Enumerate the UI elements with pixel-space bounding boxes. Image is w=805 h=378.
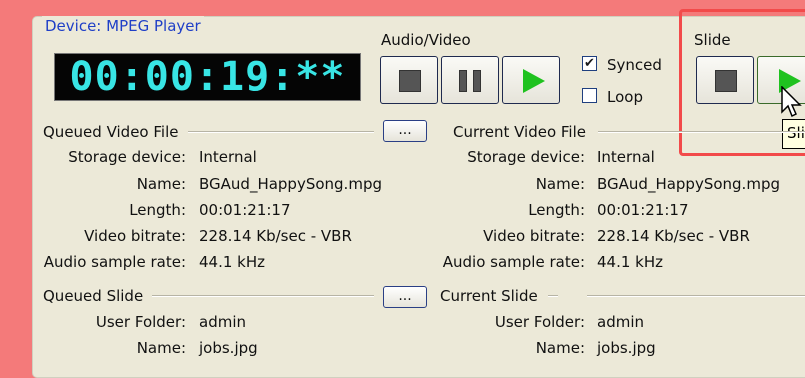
current-video-value: BGAud_HappySong.mpg bbox=[597, 175, 780, 193]
queued-slide-label: Name: bbox=[136, 339, 186, 357]
queued-video-value: 00:01:21:17 bbox=[199, 201, 291, 219]
queued-slide-label: User Folder: bbox=[95, 313, 186, 331]
pause-icon-bar bbox=[473, 70, 481, 92]
queued-video-label: Storage device: bbox=[68, 148, 186, 166]
av-play-button[interactable] bbox=[502, 56, 560, 104]
current-video-label: Name: bbox=[535, 175, 585, 193]
loop-checkbox[interactable] bbox=[582, 88, 597, 103]
device-group-title: Device: MPEG Player bbox=[42, 16, 204, 36]
synced-checkbox[interactable]: ✔ bbox=[582, 56, 597, 71]
audio-video-label: Audio/Video bbox=[381, 31, 471, 49]
divider bbox=[548, 295, 558, 297]
current-video-label: Length: bbox=[528, 201, 585, 219]
queued-video-value: 44.1 kHz bbox=[199, 253, 266, 271]
current-video-value: 228.14 Kb/sec - VBR bbox=[597, 227, 750, 245]
current-slide-label: Name: bbox=[535, 339, 585, 357]
divider bbox=[587, 295, 805, 297]
highlight-box bbox=[679, 9, 805, 156]
synced-label: Synced bbox=[607, 56, 662, 74]
loop-label: Loop bbox=[607, 88, 643, 106]
current-video-value: 44.1 kHz bbox=[597, 253, 664, 271]
pause-icon bbox=[459, 70, 467, 92]
current-video-label: Video bitrate: bbox=[483, 227, 585, 245]
queued-video-label: Length: bbox=[129, 201, 186, 219]
current-slide-label: User Folder: bbox=[494, 313, 585, 331]
current-slide-value: admin bbox=[597, 313, 644, 331]
current-video-label: Storage device: bbox=[467, 148, 585, 166]
divider bbox=[598, 131, 805, 133]
divider bbox=[188, 131, 374, 133]
divider bbox=[152, 295, 374, 297]
current-video-value: 00:01:21:17 bbox=[597, 201, 689, 219]
queued-video-label: Audio sample rate: bbox=[43, 253, 186, 271]
queued-slide-value: admin bbox=[199, 313, 246, 331]
queued-video-title: Queued Video File bbox=[43, 123, 179, 141]
check-icon: ✔ bbox=[584, 56, 595, 71]
current-slide-value: jobs.jpg bbox=[597, 339, 656, 357]
current-video-label: Audio sample rate: bbox=[442, 253, 585, 271]
stop-icon bbox=[399, 70, 421, 92]
current-slide-title: Current Slide bbox=[440, 287, 538, 305]
queued-video-label: Name: bbox=[136, 175, 186, 193]
queued-video-value: BGAud_HappySong.mpg bbox=[199, 175, 382, 193]
av-stop-button[interactable] bbox=[380, 56, 438, 104]
queued-slide-browse-button[interactable]: ... bbox=[383, 286, 427, 308]
queued-video-label: Video bitrate: bbox=[84, 227, 186, 245]
play-icon bbox=[523, 69, 545, 93]
current-video-title: Current Video File bbox=[453, 123, 587, 141]
current-video-value: Internal bbox=[597, 148, 655, 166]
queued-slide-value: jobs.jpg bbox=[199, 339, 258, 357]
queued-video-value: 228.14 Kb/sec - VBR bbox=[199, 227, 352, 245]
timecode-display: 00:00:19:** bbox=[54, 53, 361, 101]
queued-slide-title: Queued Slide bbox=[43, 287, 144, 305]
queued-video-browse-button[interactable]: ... bbox=[383, 120, 427, 142]
av-pause-button[interactable] bbox=[441, 56, 499, 104]
queued-video-value: Internal bbox=[199, 148, 257, 166]
